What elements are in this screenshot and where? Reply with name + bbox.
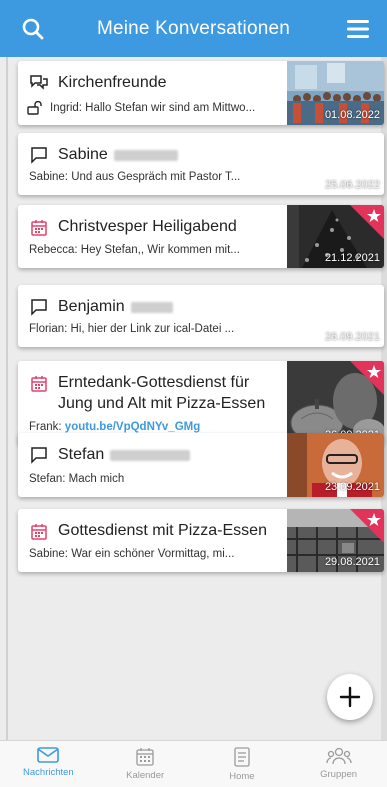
conversation-preview: Ingrid: Hallo Stefan wir sind am Mittwo.… [50, 102, 256, 114]
group-icon [325, 747, 352, 765]
app-header: Meine Konversationen [0, 0, 387, 57]
tab-label: Kalender [126, 770, 165, 781]
menu-button[interactable] [333, 0, 383, 57]
list-left-border [6, 57, 8, 740]
conversation-preview: Stefan: Mach mich [29, 473, 125, 485]
conversation-title: Kirchenfreunde [58, 74, 167, 91]
conversation-date: 26.09.2021 [324, 331, 380, 343]
tab-home[interactable]: Home [194, 741, 291, 787]
search-icon [22, 18, 44, 39]
conversation-card[interactable]: Kirchenfreunde Ingrid: Hallo Stefan wir … [18, 61, 384, 125]
plus-icon [339, 686, 361, 708]
page-title: Meine Konversationen [96, 17, 291, 39]
preview-sender: Frank: [29, 421, 65, 433]
conversation-title-line2: Jung und Alt mit Pizza-Essen [58, 395, 266, 412]
calendar-icon [136, 748, 154, 766]
conversation-card[interactable]: Christvesper Heiligabend Rebecca: Hey St… [18, 205, 384, 268]
conversation-date: 01.08.2022 [324, 109, 380, 121]
unlock-icon [27, 100, 43, 120]
conversation-preview: Florian: Hi, hier der Link zur ical-Date… [29, 323, 235, 335]
conversation-thumbnail: 23.09.2021 [287, 433, 384, 497]
conversation-preview: Rebecca: Hey Stefan,, Wir kommen mit... [29, 244, 240, 256]
calendar-event-icon [29, 373, 49, 393]
tab-label: Nachrichten [23, 767, 74, 778]
conversation-title: Benjamin [58, 298, 125, 315]
hamburger-menu-icon [347, 19, 369, 38]
tab-label: Gruppen [320, 769, 358, 780]
conversation-card[interactable]: Gottesdienst mit Pizza-Essen Sabine: War… [18, 509, 384, 572]
calendar-event-icon [29, 521, 49, 541]
conversation-date: 29.08.2021 [324, 556, 380, 568]
conversation-card[interactable]: Stefan Stefan: Mach mich 23.09.2021 [18, 433, 384, 497]
favorite-star-icon[interactable] [350, 509, 384, 543]
conversation-title-line1: Erntedank-Gottesdienst für [58, 374, 250, 391]
conversation-card[interactable]: Sabine Sabine: Und aus Gespräch mit Past… [18, 133, 384, 195]
conversation-title: Christvesper Heiligabend [58, 218, 237, 235]
group-chat-icon [29, 73, 49, 93]
conversation-preview: Sabine: Und aus Gespräch mit Pastor T... [29, 171, 241, 183]
conversation-preview: Sabine: War ein schöner Vormittag, mi... [29, 548, 235, 560]
conversation-date: 21.12.2021 [324, 252, 380, 264]
conversation-title: Stefan [58, 446, 105, 463]
favorite-star-icon[interactable] [350, 361, 384, 395]
conversation-title: Gottesdienst mit Pizza-Essen [58, 522, 267, 539]
conversation-thumbnail: 01.08.2022 [287, 61, 384, 125]
tab-label: Home [229, 771, 255, 782]
conversation-title: Sabine [58, 146, 108, 163]
tab-kalender[interactable]: Kalender [97, 741, 194, 787]
home-list-icon [234, 747, 250, 767]
chat-bubble-icon [29, 445, 49, 465]
conversation-thumbnail: 26.09.2021 [287, 285, 384, 347]
chat-bubble-icon [29, 145, 49, 165]
conversation-date: 25.06.2022 [324, 179, 380, 191]
envelope-icon [37, 747, 60, 763]
conversation-thumbnail: 25.06.2022 [287, 133, 384, 195]
conversation-preview: Frank: youtu.be/VpQdNYv_GMg [29, 421, 279, 433]
redacted-surname [110, 449, 191, 461]
search-button[interactable] [8, 0, 58, 57]
redacted-surname [113, 149, 178, 161]
new-conversation-button[interactable] [327, 674, 373, 720]
preview-link[interactable]: youtu.be/VpQdNYv_GMg [65, 421, 200, 433]
conversation-card[interactable]: Benjamin Florian: Hi, hier der Link zur … [18, 285, 384, 347]
tab-nachrichten[interactable]: Nachrichten [0, 741, 97, 787]
tab-gruppen[interactable]: Gruppen [290, 741, 387, 787]
calendar-event-icon [29, 217, 49, 237]
bottom-tab-bar: Nachrichten Kalender Home Gruppen [0, 740, 387, 787]
chat-bubble-icon [29, 297, 49, 317]
favorite-star-icon[interactable] [350, 205, 384, 239]
conversation-date: 23.09.2021 [324, 481, 380, 493]
redacted-surname [130, 301, 173, 313]
